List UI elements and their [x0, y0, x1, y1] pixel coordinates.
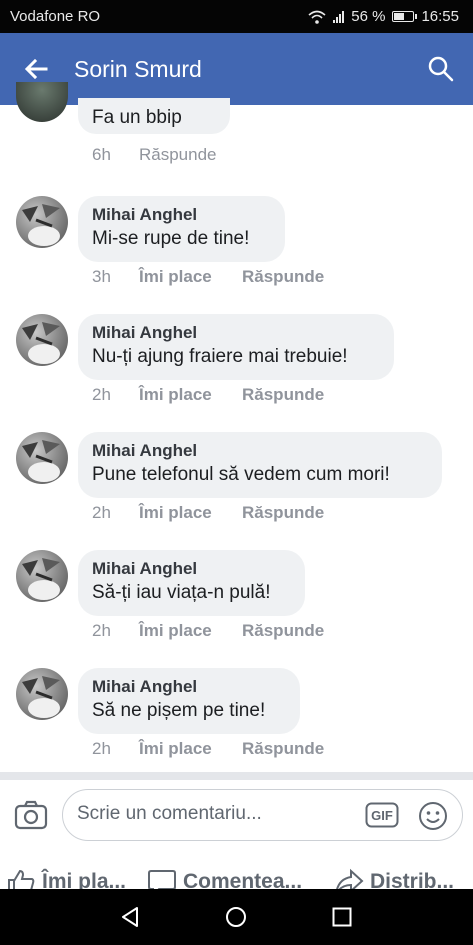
carrier-name: Vodafone RO	[10, 8, 101, 25]
comment-actions: 2h Îmi place Răspunde	[92, 503, 324, 523]
system-nav-bar	[0, 889, 473, 945]
section-divider	[0, 772, 473, 780]
wifi-icon	[308, 10, 326, 24]
circle-home-icon[interactable]	[224, 905, 248, 929]
post-actions: Îmi pla... Comentea... Distrib...	[0, 858, 473, 892]
battery-percent: 56 %	[351, 8, 386, 25]
reply-link[interactable]: Răspunde	[242, 739, 324, 759]
avatar[interactable]	[16, 314, 68, 366]
reply-link[interactable]: Răspunde	[242, 385, 324, 405]
comment-placeholder: Scrie un comentariu...	[77, 803, 262, 824]
comment-text: Fa un bbip	[92, 107, 182, 128]
comment-text: Nu-ți ajung fraiere mai trebuie!	[92, 346, 348, 367]
reply-link[interactable]: Răspunde	[242, 267, 324, 287]
comment-actions: 3h Îmi place Răspunde	[92, 267, 324, 287]
comment-actions: 2h Îmi place Răspunde	[92, 385, 324, 405]
user-photo-icon	[22, 558, 60, 600]
avatar[interactable]	[16, 82, 68, 122]
reply-link[interactable]: Răspunde	[242, 503, 324, 523]
signal-icon	[333, 10, 345, 23]
comment-time: 2h	[92, 739, 111, 758]
comment-text: Mi-se rupe de tine!	[92, 228, 250, 249]
square-recents-icon[interactable]	[330, 905, 354, 929]
comment-author[interactable]: Mihai Anghel	[92, 205, 270, 225]
user-photo-icon	[22, 440, 60, 482]
like-link[interactable]: Îmi place	[139, 385, 242, 405]
comment-text: Pune telefonul să vedem cum mori!	[92, 464, 390, 485]
camera-icon[interactable]	[14, 798, 48, 832]
comment-author[interactable]: Mihai Anghel	[92, 441, 427, 461]
comment-time: 2h	[92, 503, 111, 522]
comment-bubble: Mihai Anghel Mi-se rupe de tine!	[78, 196, 285, 262]
comment-bubble: Mihai Anghel Pune telefonul să vedem cum…	[78, 432, 442, 498]
comment-time: 2h	[92, 621, 111, 640]
battery-icon	[392, 11, 418, 22]
comment-actions: 2h Îmi place Răspunde	[92, 621, 324, 641]
arrow-left-icon[interactable]	[22, 55, 50, 83]
comment-author[interactable]: Mihai Anghel	[92, 677, 285, 697]
avatar[interactable]	[16, 196, 68, 248]
user-photo-icon	[22, 322, 60, 364]
smiley-icon[interactable]	[418, 801, 448, 831]
avatar[interactable]	[16, 668, 68, 720]
comment-time: 2h	[92, 385, 111, 404]
like-link[interactable]: Îmi place	[139, 621, 242, 641]
top-bar: Sorin Smurd	[0, 33, 473, 105]
like-link[interactable]: Îmi place	[139, 739, 242, 759]
gif-icon[interactable]: GIF	[365, 802, 399, 828]
avatar[interactable]	[16, 550, 68, 602]
status-icons: 56 % 16:55	[308, 8, 459, 25]
page-title: Sorin Smurd	[74, 56, 202, 82]
reply-link[interactable]: Răspunde	[139, 145, 217, 165]
comment-author[interactable]: Mihai Anghel	[92, 559, 290, 579]
gif-label: GIF	[371, 808, 393, 823]
reply-link[interactable]: Răspunde	[242, 621, 324, 641]
comment-time: 6h	[92, 145, 111, 164]
like-link[interactable]: Îmi place	[139, 267, 242, 287]
comment-time: 3h	[92, 267, 111, 286]
comment-text: Să ne pișem pe tine!	[92, 700, 266, 721]
comment-bubble: Mihai Anghel Să ne pișem pe tine!	[78, 668, 300, 734]
user-photo-icon	[22, 676, 60, 718]
comment-text: Să-ți iau viața-n pulă!	[92, 582, 271, 603]
like-link[interactable]: Îmi place	[139, 503, 242, 523]
clock: 16:55	[421, 8, 459, 25]
comment-actions: 2h Îmi place Răspunde	[92, 739, 324, 759]
search-icon[interactable]	[427, 55, 455, 83]
user-photo-icon	[22, 204, 60, 246]
status-bar: Vodafone RO 56 % 16:55	[0, 0, 473, 33]
comment-composer: Scrie un comentariu... GIF	[0, 780, 473, 850]
comment-bubble: Mihai Anghel Să-ți iau viața-n pulă!	[78, 550, 305, 616]
comment-actions: 6h Răspunde	[92, 145, 217, 165]
comment-author[interactable]: Mihai Anghel	[92, 323, 379, 343]
avatar[interactable]	[16, 432, 68, 484]
comment-bubble: Mihai Anghel Nu-ți ajung fraiere mai tre…	[78, 314, 394, 380]
comment-bubble-partial: Fa un bbip	[78, 98, 230, 134]
triangle-back-icon[interactable]	[118, 905, 142, 929]
comment-input[interactable]: Scrie un comentariu... GIF	[62, 789, 463, 841]
